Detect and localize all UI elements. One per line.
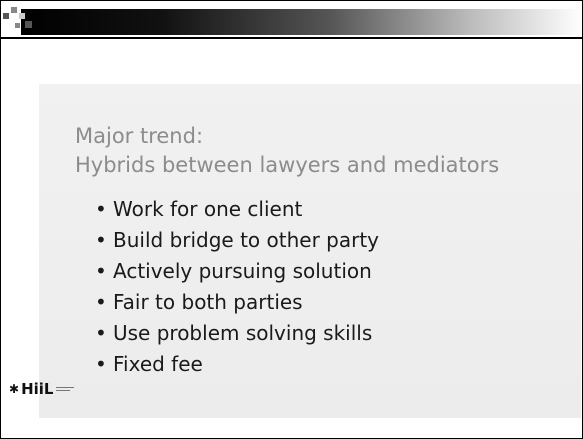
bullet-item: • Fair to both parties xyxy=(95,287,379,318)
subtitle-line: Hybrids between lawyers and mediators xyxy=(75,153,500,177)
slide-title: Major trend: Hybrids between lawyers and… xyxy=(75,122,499,180)
header-banner xyxy=(1,1,582,41)
bullet-text: Build bridge to other party xyxy=(113,228,380,252)
banner-rule xyxy=(1,37,582,39)
bullet-text: Fair to both parties xyxy=(113,290,303,314)
decor-square xyxy=(15,23,20,28)
bullet-icon: • xyxy=(95,228,107,252)
decor-square xyxy=(19,13,25,19)
banner-gradient xyxy=(21,9,582,35)
bullet-item: • Use problem solving skills xyxy=(95,318,379,349)
hiil-logo: ✱ HiiL xyxy=(9,380,75,398)
decor-square xyxy=(3,13,9,19)
bullet-icon: • xyxy=(95,259,107,283)
bullet-item: • Build bridge to other party xyxy=(95,225,379,256)
bullet-text: Actively pursuing solution xyxy=(113,259,372,283)
slide-image: Major trend: Hybrids between lawyers and… xyxy=(9,84,581,418)
bullet-icon: • xyxy=(95,197,107,221)
bullet-icon: • xyxy=(95,321,107,345)
asterisk-icon: ✱ xyxy=(9,382,20,396)
decor-square xyxy=(25,21,32,28)
title-line: Major trend: xyxy=(75,124,204,148)
bullet-icon: • xyxy=(95,352,107,376)
logo-text: HiiL xyxy=(21,380,54,398)
logo-tagline-lines xyxy=(56,387,75,391)
decor-square xyxy=(11,7,17,13)
bullet-text: Work for one client xyxy=(113,197,303,221)
slide-frame: Major trend: Hybrids between lawyers and… xyxy=(0,0,583,439)
bullet-text: Use problem solving skills xyxy=(113,321,373,345)
bullet-item: • Fixed fee xyxy=(95,349,379,380)
bullet-item: • Work for one client xyxy=(95,194,379,225)
bullet-icon: • xyxy=(95,290,107,314)
bullet-text: Fixed fee xyxy=(113,352,203,376)
bullet-list: • Work for one client • Build bridge to ot… xyxy=(95,194,379,380)
bullet-item: • Actively pursuing solution xyxy=(95,256,379,287)
